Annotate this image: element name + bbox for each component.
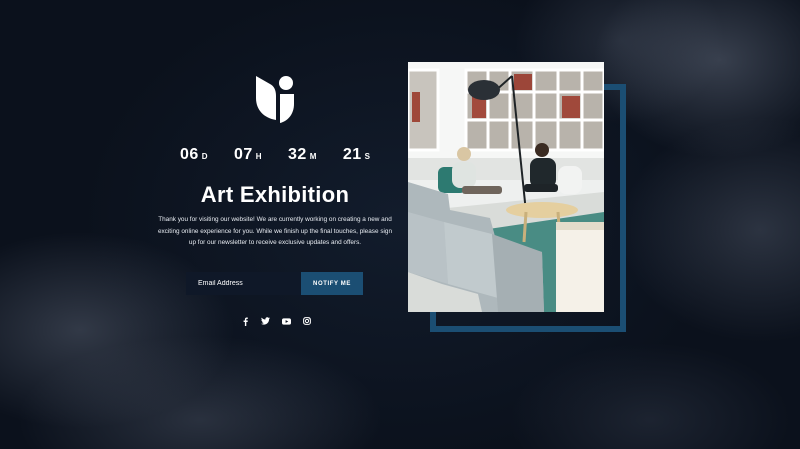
- hours-unit: H: [255, 152, 262, 161]
- page-title: Art Exhibition: [200, 182, 350, 207]
- countdown-timer: 06 D 07 H 32 M 21 S: [180, 146, 370, 164]
- hours-value: 07: [233, 146, 253, 163]
- seconds-unit: S: [364, 152, 370, 161]
- minutes-unit: M: [309, 152, 317, 161]
- facebook-icon[interactable]: [240, 316, 250, 326]
- instagram-icon[interactable]: [302, 316, 312, 326]
- newsletter-form: NOTIFY ME: [186, 272, 364, 295]
- notify-me-button[interactable]: NOTIFY ME: [301, 272, 363, 295]
- marble-background: [0, 0, 800, 449]
- countdown-days: 06 D: [180, 146, 208, 164]
- minutes-value: 32: [287, 146, 307, 163]
- email-field[interactable]: [186, 272, 301, 295]
- brand-logo: [256, 76, 294, 123]
- days-value: 06: [180, 146, 199, 163]
- page-description: Thank you for visiting our website! We a…: [157, 216, 393, 247]
- countdown-minutes: 32 M: [288, 146, 316, 164]
- youtube-icon[interactable]: [281, 316, 291, 326]
- twitter-icon[interactable]: [261, 316, 271, 326]
- lounge-photo: [408, 62, 604, 312]
- countdown-seconds: 21 S: [343, 146, 370, 164]
- seconds-value: 21: [342, 146, 362, 163]
- countdown-hours: 07 H: [234, 146, 262, 164]
- social-links: [240, 316, 312, 326]
- days-unit: D: [201, 152, 208, 161]
